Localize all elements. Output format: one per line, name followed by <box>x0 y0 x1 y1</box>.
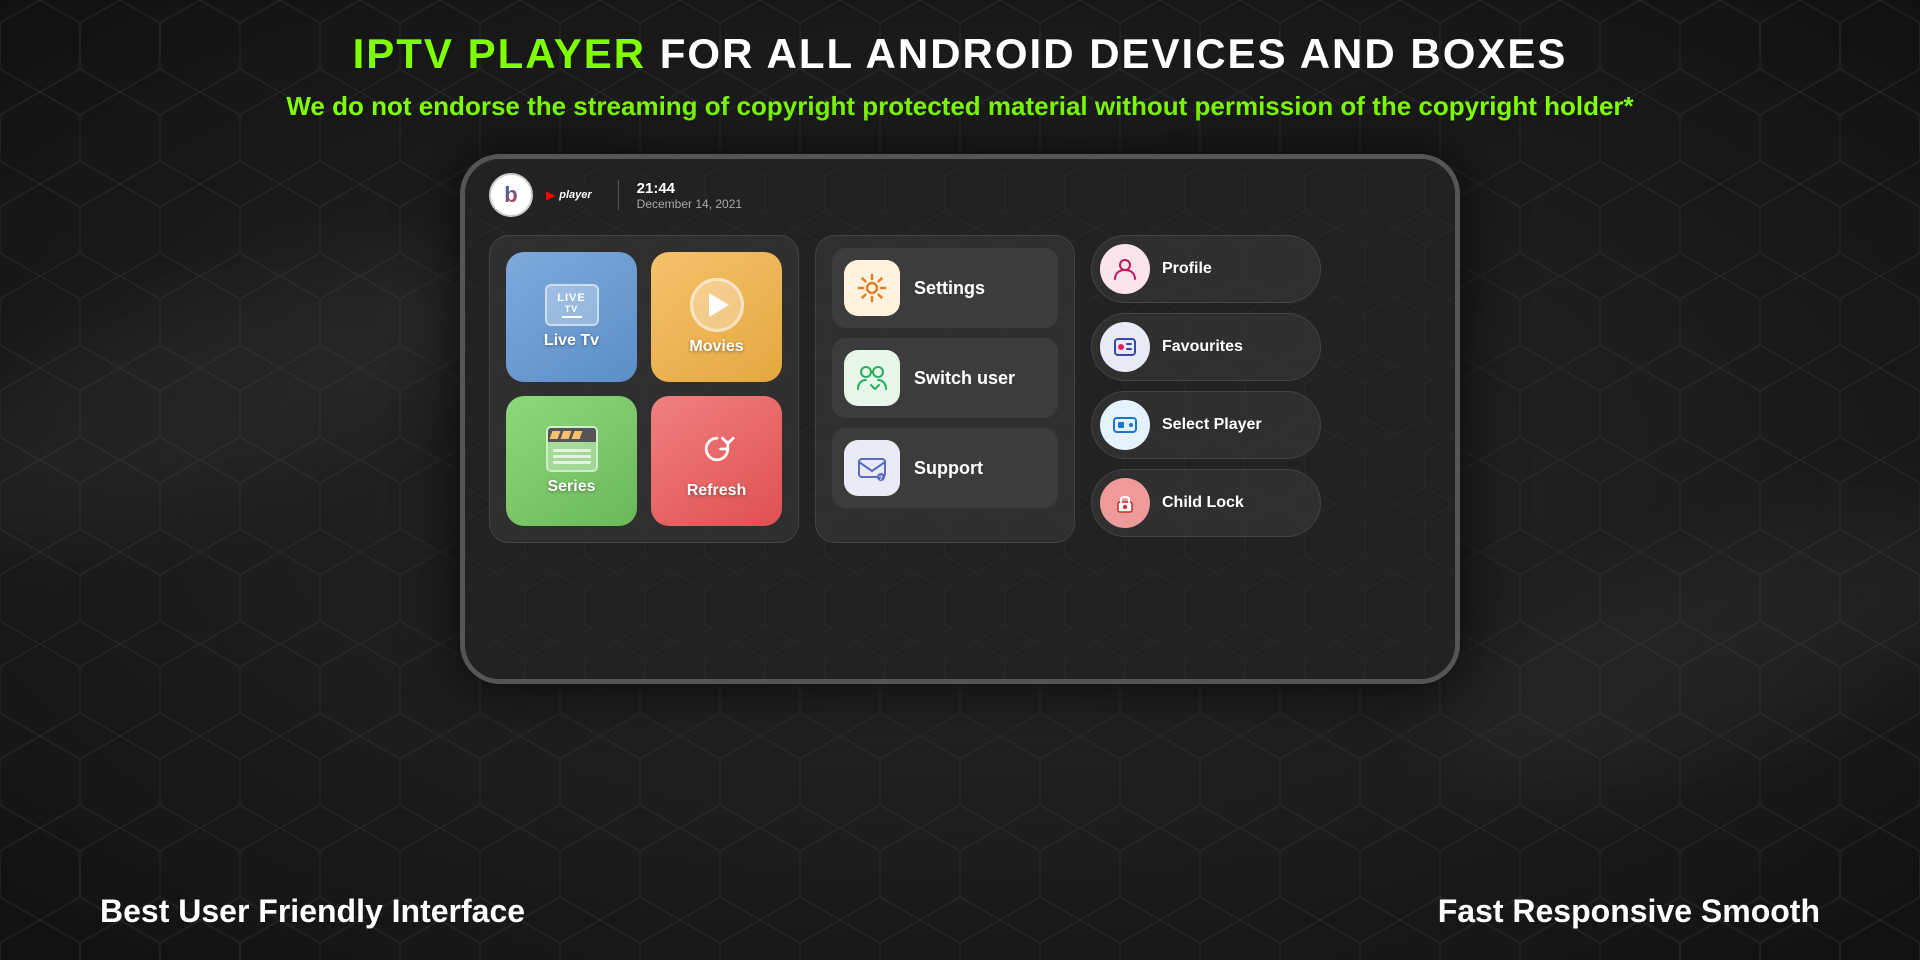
movies-label: Movies <box>689 338 743 356</box>
live-tv-icon: LIVE TV <box>545 284 599 326</box>
switch-user-menu-item[interactable]: Switch user <box>832 338 1058 418</box>
live-tv-label: Live Tv <box>544 332 599 350</box>
profile-label: Profile <box>1162 260 1212 278</box>
main-title: IPTV PLAYER FOR ALL ANDROID DEVICES AND … <box>286 30 1633 78</box>
series-label: Series <box>547 478 595 496</box>
live-tv-tile[interactable]: LIVE TV Live Tv <box>506 252 637 382</box>
device-mockup: b ▶ player 21:44 December 14, 2021 <box>460 154 1460 684</box>
movies-tile[interactable]: Movies <box>651 252 782 382</box>
clapper-icon <box>546 426 598 472</box>
settings-icon-wrap <box>844 260 900 316</box>
svg-text:?: ? <box>879 476 883 482</box>
child-lock-icon-wrap <box>1100 478 1150 528</box>
select-player-item[interactable]: Select Player <box>1091 391 1321 459</box>
settings-label: Settings <box>914 278 985 299</box>
switch-user-label: Switch user <box>914 368 1015 389</box>
right-panel: Profile Favourites <box>1091 235 1321 543</box>
time-display: 21:44 <box>637 180 742 197</box>
subtitle: We do not endorse the streaming of copyr… <box>286 88 1633 124</box>
favourites-label: Favourites <box>1162 338 1243 356</box>
main-grid: LIVE TV Live Tv Movies <box>465 235 1455 559</box>
status-bar: b ▶ player 21:44 December 14, 2021 <box>465 159 1455 225</box>
support-icon-wrap: ? <box>844 440 900 496</box>
title-green-part: IPTV PLAYER <box>353 30 647 77</box>
app-logo: b <box>489 173 533 217</box>
menu-panel: Settings Swit <box>815 235 1075 543</box>
child-lock-label: Child Lock <box>1162 494 1244 512</box>
profile-item[interactable]: Profile <box>1091 235 1321 303</box>
device-screen: b ▶ player 21:44 December 14, 2021 <box>465 159 1455 679</box>
play-triangle <box>709 293 729 317</box>
select-player-icon-wrap <box>1100 400 1150 450</box>
select-player-label: Select Player <box>1162 416 1262 434</box>
profile-icon-wrap <box>1100 244 1150 294</box>
player-logo: ▶ player <box>538 186 600 204</box>
tv-antenna <box>562 316 582 318</box>
play-icon <box>690 278 744 332</box>
child-lock-item[interactable]: Child Lock <box>1091 469 1321 537</box>
support-label: Support <box>914 458 983 479</box>
refresh-icon <box>690 422 744 476</box>
apps-panel: LIVE TV Live Tv Movies <box>489 235 799 543</box>
switch-user-icon-wrap <box>844 350 900 406</box>
series-tile[interactable]: Series <box>506 396 637 526</box>
favourites-item[interactable]: Favourites <box>1091 313 1321 381</box>
divider <box>618 180 619 210</box>
support-menu-item[interactable]: ? Support <box>832 428 1058 508</box>
favourites-icon-wrap <box>1100 322 1150 372</box>
refresh-label: Refresh <box>687 482 747 500</box>
refresh-tile[interactable]: Refresh <box>651 396 782 526</box>
settings-menu-item[interactable]: Settings <box>832 248 1058 328</box>
date-display: December 14, 2021 <box>637 197 742 211</box>
time-block: 21:44 December 14, 2021 <box>637 180 742 211</box>
header: IPTV PLAYER FOR ALL ANDROID DEVICES AND … <box>286 0 1633 134</box>
